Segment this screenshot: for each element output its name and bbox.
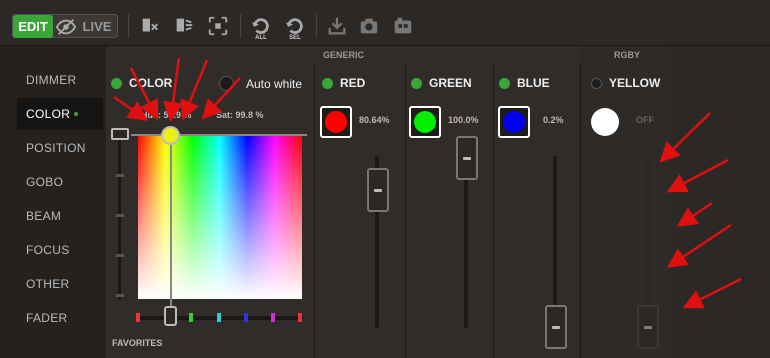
blue-swatch-color — [503, 111, 525, 133]
yellow-enabled-led[interactable] — [591, 77, 602, 89]
active-indicator-dot — [74, 112, 79, 116]
green-header: GREEN — [411, 76, 472, 90]
sidebar-item-label: FADER — [26, 311, 68, 325]
sidebar-item-label: GOBO — [26, 175, 64, 189]
color-picker-area[interactable] — [138, 135, 302, 299]
brightness-handle[interactable] — [111, 128, 129, 140]
sidebar-item-label: POSITION — [26, 141, 86, 155]
red-header: RED — [322, 76, 365, 90]
sidebar-item-label: BEAM — [26, 209, 62, 223]
blue-header: BLUE — [499, 76, 550, 90]
undo-selection-icon[interactable]: SEL — [282, 13, 308, 41]
sidebar-item-label: DIMMER — [26, 73, 77, 87]
empty-area — [671, 46, 770, 358]
blue-channel-label: BLUE — [517, 76, 550, 90]
tick-mark — [116, 294, 124, 297]
group-label-generic: GENERIC — [322, 50, 364, 60]
yellow-slider-thumb[interactable] — [637, 305, 659, 349]
camera-icon[interactable] — [356, 13, 382, 39]
favorites-label: FAVORITES — [112, 338, 163, 348]
saturation-readout: Sat: 99.8 % — [216, 110, 264, 120]
yellow-channel-label: YELLOW — [609, 76, 661, 90]
sidebar-item-fader[interactable]: FADER — [17, 302, 103, 334]
hue-crosshair-line — [170, 135, 172, 309]
color-header: COLOR — [111, 76, 172, 90]
yellow-swatch[interactable] — [591, 108, 619, 136]
eye-toggle-icon[interactable] — [54, 14, 78, 40]
yellow-header: YELLOW — [591, 76, 660, 90]
green-enabled-led[interactable] — [411, 77, 422, 89]
undo-all-label: ALL — [255, 35, 267, 41]
tick-mark — [116, 214, 124, 217]
red-enabled-led[interactable] — [322, 77, 333, 89]
green-swatch[interactable] — [409, 106, 441, 138]
tick-mark — [116, 254, 124, 257]
red-swatch-color — [325, 111, 347, 133]
sidebar-item-dimmer[interactable]: DIMMER — [17, 64, 103, 96]
hue-bar-handle[interactable] — [164, 306, 177, 326]
green-value: 100.0% — [448, 115, 479, 125]
snapshot-icon[interactable] — [390, 13, 416, 39]
hue-marker[interactable] — [244, 313, 248, 322]
auto-white-toggle[interactable]: Auto white — [219, 76, 302, 91]
red-value: 80.64% — [359, 115, 390, 125]
blue-value: 0.2% — [543, 115, 564, 125]
undo-selection-label: SEL — [289, 35, 301, 41]
hue-marker[interactable] — [136, 313, 140, 322]
sidebar-item-gobo[interactable]: GOBO — [17, 166, 103, 198]
group-label-rgby: RGBY — [613, 50, 640, 60]
auto-white-label: Auto white — [246, 76, 303, 91]
sidebar-item-position[interactable]: POSITION — [17, 132, 103, 164]
sidebar-item-label: FOCUS — [26, 243, 70, 257]
blue-enabled-led[interactable] — [499, 77, 510, 89]
color-title: COLOR — [129, 76, 173, 90]
sidebar-item-label: COLOR — [26, 107, 71, 121]
category-sidebar: DIMMER COLOR POSITION GOBO BEAM FOCUS OT… — [0, 46, 106, 358]
import-icon[interactable] — [324, 13, 350, 39]
undo-all-icon[interactable]: ALL — [248, 13, 274, 41]
fixture-highlight-icon[interactable] — [171, 13, 197, 39]
hue-marker[interactable] — [298, 313, 302, 322]
edit-mode-button[interactable]: EDIT — [13, 15, 53, 38]
blue-swatch[interactable] — [498, 106, 530, 138]
green-slider-thumb[interactable] — [456, 136, 478, 180]
hue-marker[interactable] — [189, 313, 193, 322]
picker-handle[interactable] — [161, 126, 180, 145]
tick-mark — [116, 174, 124, 177]
green-swatch-color — [414, 111, 436, 133]
red-slider-thumb[interactable] — [367, 168, 389, 212]
picker-top-line — [131, 134, 307, 136]
brightness-track[interactable] — [118, 140, 121, 300]
toolbar: EDIT LIVE ALL SEL — [0, 0, 770, 46]
live-mode-button[interactable]: LIVE — [77, 15, 117, 38]
hue-readout: Hue: 59.9 % — [141, 110, 192, 120]
red-channel-label: RED — [340, 76, 366, 90]
yellow-value: OFF — [636, 115, 654, 125]
green-channel-label: GREEN — [429, 76, 472, 90]
sidebar-item-beam[interactable]: BEAM — [17, 200, 103, 232]
sidebar-item-focus[interactable]: FOCUS — [17, 234, 103, 266]
hue-marker[interactable] — [217, 313, 221, 322]
hue-marker[interactable] — [271, 313, 275, 322]
sidebar-item-label: OTHER — [26, 277, 70, 291]
green-slider-track[interactable] — [464, 156, 468, 328]
sidebar-item-color[interactable]: COLOR — [17, 98, 103, 130]
color-enabled-led[interactable] — [111, 77, 122, 89]
auto-white-led[interactable] — [219, 76, 234, 91]
select-all-icon[interactable] — [205, 13, 231, 39]
blue-slider-thumb[interactable] — [545, 305, 567, 349]
sidebar-item-other[interactable]: OTHER — [17, 268, 103, 300]
red-swatch[interactable] — [320, 106, 352, 138]
fixture-clear-icon[interactable] — [137, 13, 163, 39]
